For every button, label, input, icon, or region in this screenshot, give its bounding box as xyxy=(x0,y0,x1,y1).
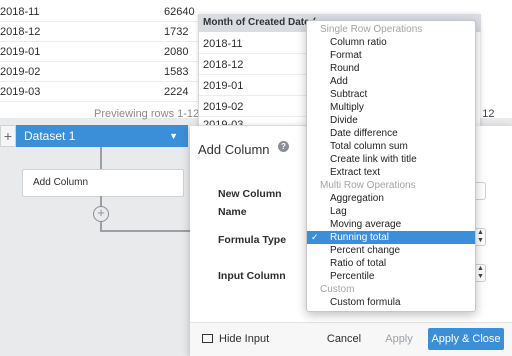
menu-item[interactable]: Column ratio xyxy=(307,36,475,49)
menu-item-label: Divide xyxy=(330,115,358,126)
formula-type-label: Formula Type xyxy=(218,234,287,246)
table-row: 2018-11 xyxy=(199,34,309,54)
menu-item-label: Round xyxy=(330,63,360,74)
menu-item[interactable]: Ratio of total xyxy=(307,257,475,270)
new-column-name-input[interactable] xyxy=(476,182,486,200)
caret-down-icon: ▼ xyxy=(169,131,178,141)
table-row: 2019-02 xyxy=(199,97,309,117)
menu-item-label: Percentile xyxy=(330,271,375,282)
table-cell-month: 2019-01 xyxy=(0,46,41,58)
menu-item[interactable]: Format xyxy=(307,49,475,62)
name-label: Name xyxy=(218,206,247,218)
table-cell-value: 1732 xyxy=(164,26,189,38)
dialog-footer: Hide Input Cancel Apply Apply & Close xyxy=(190,322,512,356)
menu-section-header: Multi Row Operations xyxy=(307,179,475,192)
table-icon xyxy=(202,334,213,343)
dataset-selector[interactable]: Dataset 1 ▼ xyxy=(16,125,188,147)
table-cell-value: 2224 xyxy=(164,86,189,98)
menu-section-header: Custom xyxy=(307,283,475,296)
menu-item[interactable]: Round xyxy=(307,62,475,75)
menu-item[interactable]: Add xyxy=(307,75,475,88)
table-cell-value: 1583 xyxy=(164,66,189,78)
menu-item[interactable]: Date difference xyxy=(307,127,475,140)
menu-item-label: Single Row Operations xyxy=(320,24,423,35)
dialog-title: Add Column xyxy=(198,142,270,157)
menu-item[interactable]: Percentile xyxy=(307,270,475,283)
menu-item-label: Percent change xyxy=(330,245,401,256)
table-cell-month: 2018-12 xyxy=(0,26,41,38)
menu-item-label: Multiply xyxy=(330,102,364,113)
menu-item-label: Custom formula xyxy=(330,297,401,308)
menu-item-label: Aggregation xyxy=(330,193,384,204)
menu-item-label: Running total xyxy=(330,232,389,243)
formula-type-select[interactable]: ▲ ▼ xyxy=(476,228,486,246)
menu-item[interactable]: Divide xyxy=(307,114,475,127)
table-cell-value: 2080 xyxy=(164,46,189,58)
menu-item-label: Column ratio xyxy=(330,37,387,48)
input-column-label: Input Column xyxy=(218,270,286,282)
menu-item-label: Create link with title xyxy=(330,154,417,165)
cancel-button[interactable]: Cancel xyxy=(324,328,364,350)
table-row: 2019-03 2224 xyxy=(0,82,200,102)
menu-item[interactable]: ✓ Running total xyxy=(307,231,475,244)
table-row: 2019-01 2080 xyxy=(0,42,200,62)
menu-item-label: Format xyxy=(330,50,362,61)
menu-item-label: Multi Row Operations xyxy=(320,180,416,191)
dataset-label: Dataset 1 xyxy=(24,129,76,143)
menu-item[interactable]: Lag xyxy=(307,205,475,218)
menu-item[interactable]: Moving average xyxy=(307,218,475,231)
table-cell-month: 2019-02 xyxy=(0,66,41,78)
add-step-icon[interactable]: + xyxy=(93,206,109,222)
checkmark-icon: ✓ xyxy=(311,232,319,242)
flow-connector xyxy=(100,147,102,169)
table-cell-month: 2018-11 xyxy=(0,6,40,18)
menu-section-header: Single Row Operations xyxy=(307,23,475,36)
menu-item-label: Moving average xyxy=(330,219,402,230)
menu-item-label: Subtract xyxy=(330,89,368,100)
menu-item[interactable]: Multiply xyxy=(307,101,475,114)
menu-item-label: Date difference xyxy=(330,128,398,139)
menu-item-label: Lag xyxy=(330,206,347,217)
menu-item-label: Total column sum xyxy=(330,141,408,152)
table-cell-value: 62640 xyxy=(164,6,195,18)
table-row: 2018-12 1732 xyxy=(0,22,200,42)
menu-item-label: Ratio of total xyxy=(330,258,387,269)
menu-item[interactable]: Aggregation xyxy=(307,192,475,205)
menu-item[interactable]: Create link with title xyxy=(307,153,475,166)
new-column-label: New Column xyxy=(218,188,282,200)
table-row: 2019-02 1583 xyxy=(0,62,200,82)
table-row: 2018-12 xyxy=(199,55,309,75)
table-row: 2019-03 xyxy=(199,118,309,126)
preview-text: Previewing rows 1-12 of xyxy=(94,108,212,120)
add-column-step[interactable]: Add Column xyxy=(22,169,184,197)
menu-item[interactable]: Subtract xyxy=(307,88,475,101)
menu-item-label: Add xyxy=(330,76,348,87)
table-cell-month: 2019-03 xyxy=(0,86,41,98)
table-row: 2019-01 xyxy=(199,76,309,96)
hide-input-button[interactable]: Hide Input xyxy=(202,333,269,345)
menu-item-label: Extract text xyxy=(330,167,381,178)
add-dataset-button[interactable]: + xyxy=(0,125,16,147)
menu-item-label: Custom xyxy=(320,284,355,295)
apply-button[interactable]: Apply xyxy=(382,328,416,350)
help-icon[interactable]: ? xyxy=(278,141,289,152)
apply-and-close-button[interactable]: Apply & Close xyxy=(428,328,504,350)
formula-type-menu: Single Row Operations Column ratio Format R… xyxy=(306,20,476,312)
flow-connector xyxy=(100,230,192,232)
menu-item[interactable]: Custom formula xyxy=(307,296,475,309)
menu-item[interactable]: Total column sum xyxy=(307,140,475,153)
menu-item[interactable]: Percent change xyxy=(307,244,475,257)
table-row: 2018-11 62640 xyxy=(0,2,200,22)
hide-input-label: Hide Input xyxy=(219,333,270,345)
menu-item[interactable]: Extract text xyxy=(307,166,475,179)
input-column-select[interactable]: ▲ ▼ xyxy=(476,264,486,282)
